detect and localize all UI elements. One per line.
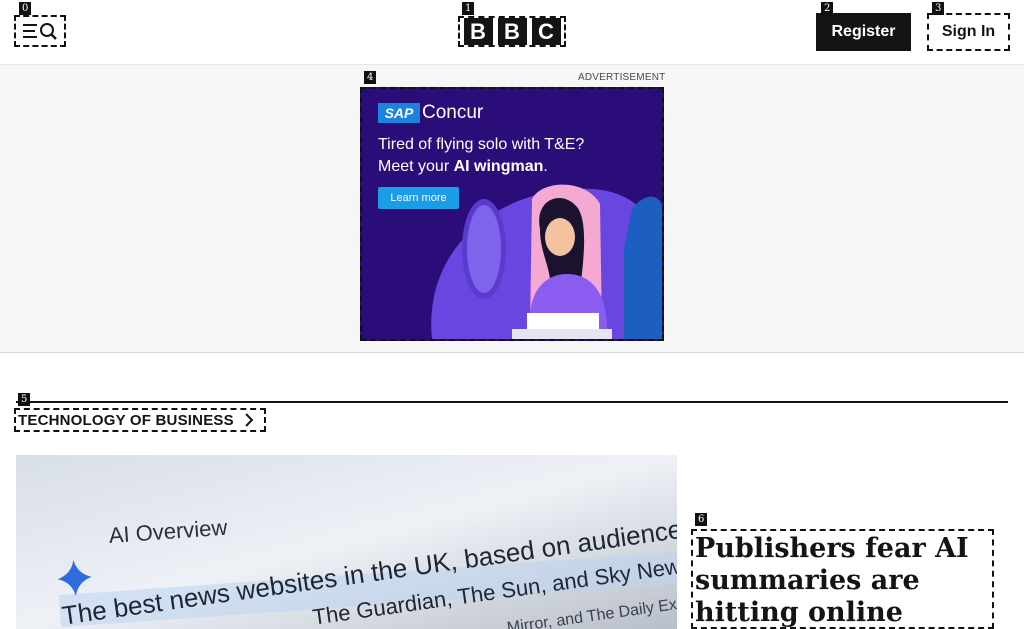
- marker-5: 5: [18, 393, 31, 406]
- advertisement-banner[interactable]: SAP Concur Tired of flying solo with T&E…: [360, 87, 664, 341]
- register-button[interactable]: Register: [816, 13, 911, 51]
- ad-headline-line1: Tired of flying solo with T&E?: [378, 136, 585, 153]
- section-divider: [16, 401, 1008, 403]
- sign-in-button[interactable]: Sign In: [927, 13, 1010, 51]
- sap-logo: SAP: [378, 103, 420, 123]
- ad-line2-bold: AI wingman: [453, 158, 544, 175]
- ad-line2-suffix: .: [543, 158, 548, 175]
- logo-letter-c: C: [531, 18, 561, 45]
- ad-illustration: [431, 184, 662, 339]
- article-headline-link[interactable]: Publishers fear AI summaries are hitting…: [691, 529, 994, 629]
- article-image[interactable]: AI Overview The best news websites in th…: [16, 455, 677, 629]
- marker-6: 6: [695, 513, 708, 526]
- logo-letter-b2: B: [497, 18, 527, 45]
- marker-0: 0: [19, 2, 32, 15]
- marker-1: 1: [462, 2, 475, 15]
- advertisement-label: ADVERTISEMENT: [578, 72, 666, 83]
- bbc-logo-link[interactable]: B B C: [458, 16, 566, 47]
- marker-2: 2: [821, 2, 834, 15]
- marker-3: 3: [932, 2, 945, 15]
- brand-name: Concur: [422, 102, 484, 123]
- section-title-link[interactable]: TECHNOLOGY OF BUSINESS: [14, 408, 266, 432]
- ad-headline-line2: Meet your AI wingman.: [378, 158, 648, 176]
- chevron-right-icon: [245, 413, 254, 427]
- marker-4: 4: [364, 71, 377, 84]
- menu-search-button[interactable]: [14, 15, 66, 47]
- menu-search-icon: [23, 23, 57, 40]
- ad-line2-prefix: Meet your: [378, 158, 454, 175]
- section-title: TECHNOLOGY OF BUSINESS: [18, 411, 234, 429]
- logo-letter-b1: B: [463, 18, 493, 45]
- learn-more-button[interactable]: Learn more: [378, 187, 459, 209]
- site-header: 0 1 B B C 2 Register 3 Sign In: [0, 0, 1024, 65]
